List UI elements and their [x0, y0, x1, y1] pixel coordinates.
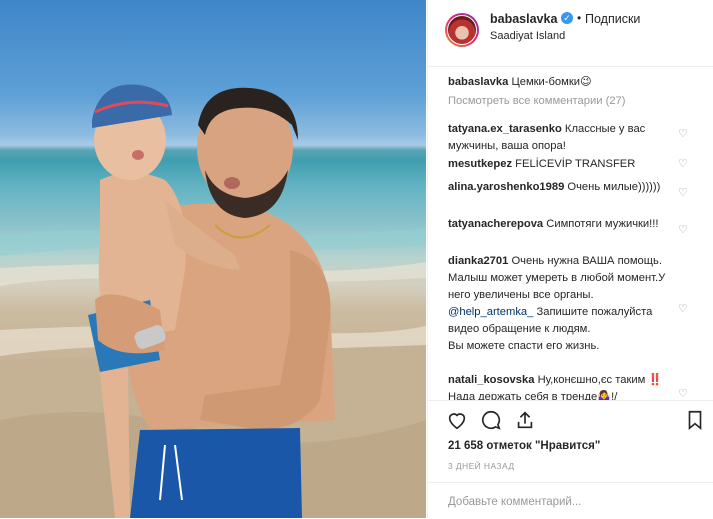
comment-username[interactable]: mesutkepez	[448, 158, 512, 170]
heart-icon[interactable]	[446, 409, 468, 431]
add-comment-bar	[428, 482, 713, 519]
follow-status-button[interactable]: Подписки	[585, 12, 640, 26]
comment-item: natali_kosovska Ну,конєшно,єс таким ‼️На…	[448, 372, 680, 400]
comment-like-heart-icon[interactable]: ♡	[678, 188, 689, 199]
comment-item: mesutkepez FELİCEVİP TRANSFER	[448, 156, 680, 173]
post-timestamp[interactable]: 3 ДНЕЙ НАЗАД	[448, 461, 514, 471]
comment-username[interactable]: tatyanacherepova	[448, 218, 543, 230]
comment-item: tatyanacherepova Симпотяги мужички!!!	[448, 216, 680, 233]
avatar-story-ring[interactable]	[445, 13, 479, 47]
username-link[interactable]: babaslavka	[490, 12, 557, 26]
post-actions-bar	[428, 400, 713, 441]
post-photo[interactable]	[0, 0, 426, 518]
view-all-comments-link[interactable]: Посмотреть все комментарии (27)	[448, 95, 626, 107]
comment-item: dianka2701 Очень нужна ВАША помощь. Малы…	[448, 253, 680, 355]
verified-badge-icon: ✓	[561, 12, 573, 24]
comment-item: alina.yaroshenko1989 Очень милые))))))	[448, 179, 680, 196]
bookmark-icon[interactable]	[684, 409, 706, 431]
comment-like-heart-icon[interactable]: ♡	[678, 225, 689, 236]
comment-item: tatyana.ex_tarasenko Классные у вас мужч…	[448, 121, 680, 155]
caption-text: Цемки-бомки😉	[511, 76, 592, 88]
comment-mention-link[interactable]: @help_artemka_	[448, 306, 533, 318]
comment-username[interactable]: alina.yaroshenko1989	[448, 181, 564, 193]
comment-text-last: Вы можете спасти его жизнь.	[448, 340, 600, 352]
avatar[interactable]	[447, 15, 477, 45]
comment-username[interactable]: natali_kosovska	[448, 374, 534, 386]
comment-like-heart-icon[interactable]: ♡	[678, 389, 689, 400]
comment-text: FELİCEVİP TRANSFER	[515, 158, 636, 170]
share-icon[interactable]	[514, 409, 536, 431]
comment-username[interactable]: dianka2701	[448, 255, 508, 267]
post-header: babaslavka ✓ • Подписки Saadiyat Island	[428, 0, 713, 67]
caption-username[interactable]: babaslavka	[448, 76, 508, 88]
post-side-panel: babaslavka ✓ • Подписки Saadiyat Island …	[427, 0, 713, 518]
comments-list[interactable]: babaslavka Цемки-бомки😉 Посмотреть все к…	[428, 68, 713, 400]
comment-like-heart-icon[interactable]: ♡	[678, 159, 689, 170]
likes-count[interactable]: 21 658 отметок "Нравится"	[448, 440, 600, 452]
comment-username[interactable]: tatyana.ex_tarasenko	[448, 123, 562, 135]
comment-text: Очень милые))))))	[567, 181, 661, 193]
comment-like-heart-icon[interactable]: ♡	[678, 129, 689, 140]
add-comment-input[interactable]	[446, 492, 700, 512]
caption: babaslavka Цемки-бомки😉	[448, 74, 680, 91]
beach-photo-illustration	[0, 84, 426, 518]
comment-text: Симпотяги мужички!!!	[546, 218, 659, 230]
comment-like-heart-icon[interactable]: ♡	[678, 304, 689, 315]
location-link[interactable]: Saadiyat Island	[490, 30, 565, 42]
separator-dot: •	[577, 11, 582, 25]
comment-icon[interactable]	[480, 409, 502, 431]
